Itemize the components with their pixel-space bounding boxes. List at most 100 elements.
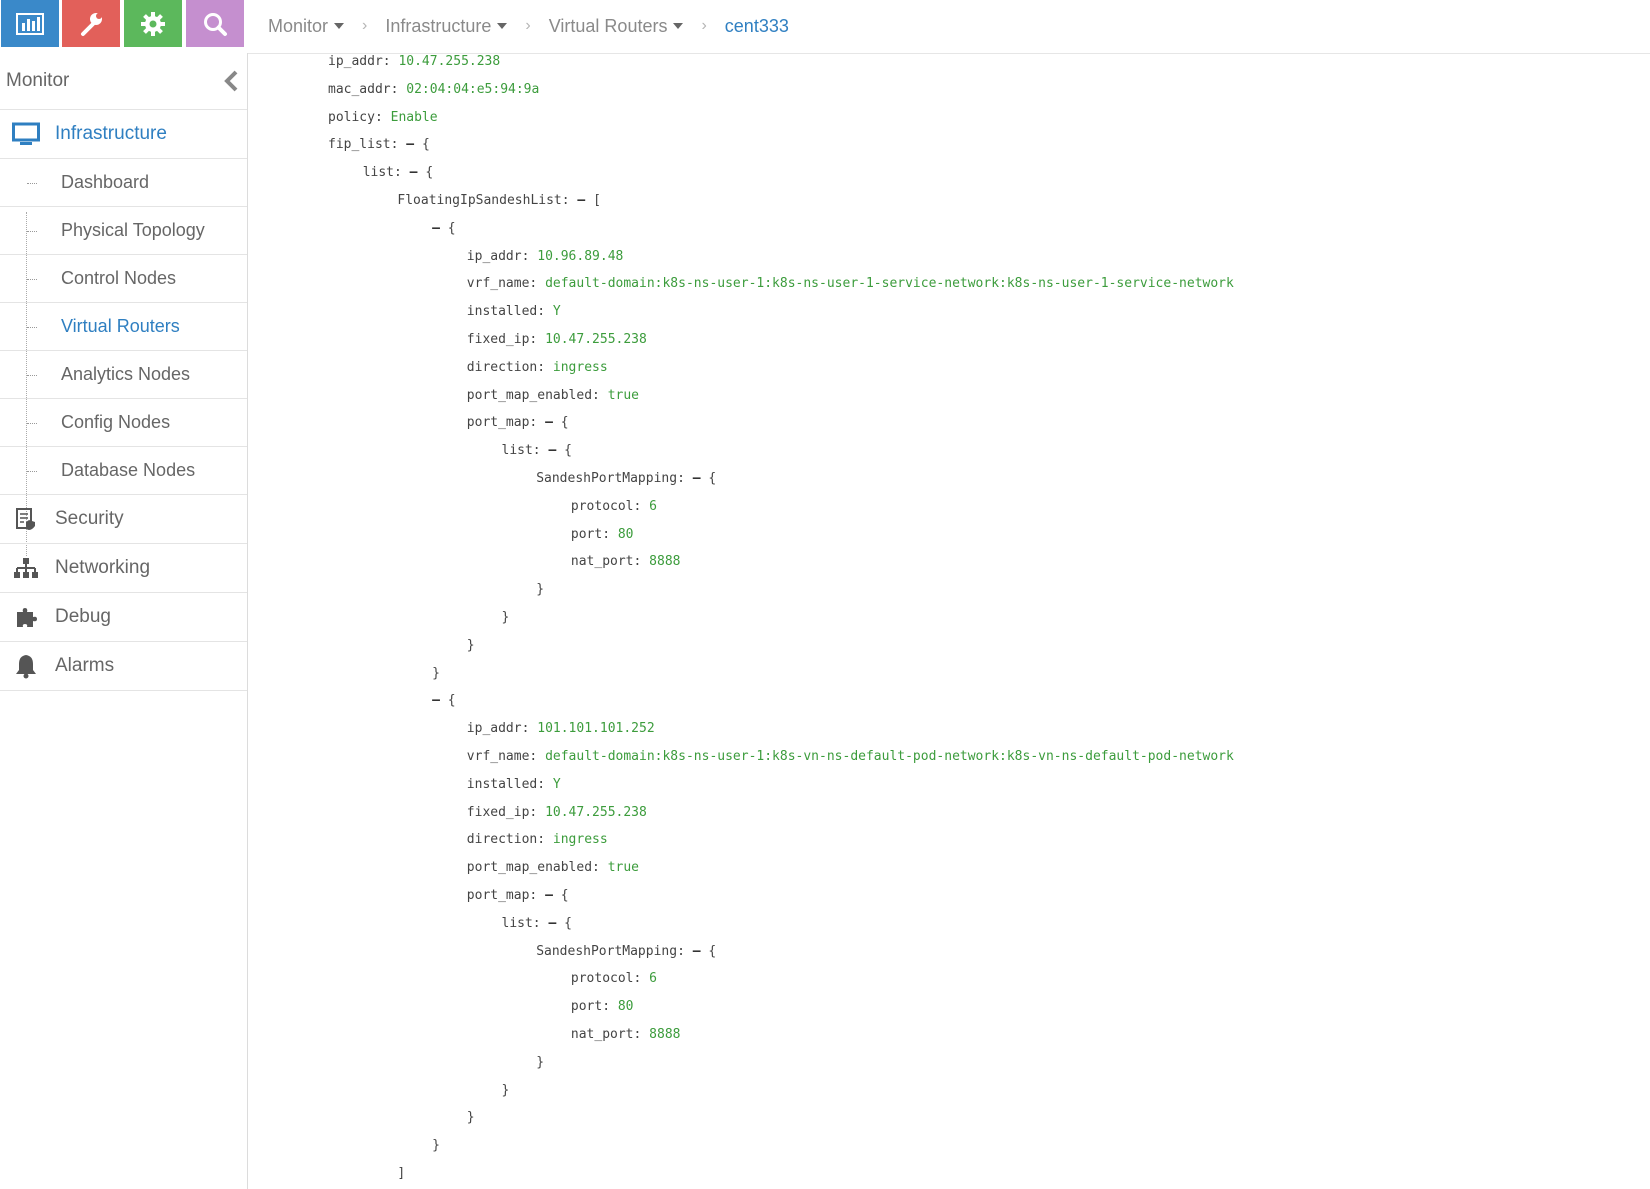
- collapse-toggle[interactable]: –: [548, 916, 556, 931]
- json-line: port_map_enabled: true: [467, 388, 639, 403]
- caret-down-icon: [673, 23, 684, 29]
- json-value: 10.47.255.238: [545, 332, 647, 347]
- sidebar-item-alarms[interactable]: Alarms: [0, 642, 247, 691]
- json-key: mac_addr:: [328, 81, 399, 97]
- configure-button[interactable]: [62, 0, 120, 47]
- json-key: vrf_name:: [466, 276, 538, 292]
- json-line: fixed_ip: 10.47.255.238: [467, 805, 647, 820]
- json-line: port_map: – {: [467, 888, 569, 903]
- collapse-toggle[interactable]: –: [410, 165, 418, 180]
- json-line: FloatingIpSandeshList: – [: [397, 193, 601, 208]
- query-button[interactable]: [186, 0, 244, 47]
- json-line: list: – {: [502, 443, 572, 458]
- json-key: list:: [362, 165, 402, 181]
- collapse-toggle[interactable]: –: [693, 471, 701, 486]
- sidebar-item-database-nodes[interactable]: Database Nodes: [0, 447, 247, 495]
- sidebar-item-security[interactable]: Security: [0, 495, 247, 544]
- json-brace: {: [708, 471, 717, 486]
- sidebar-item-debug[interactable]: Debug: [0, 593, 247, 642]
- json-value: 10.96.89.48: [537, 248, 624, 264]
- json-line: vrf_name: default-domain:k8s-ns-user-1:k…: [467, 749, 1234, 764]
- json-line: SandeshPortMapping: – {: [536, 944, 716, 959]
- sidebar-item-config-nodes[interactable]: Config Nodes: [0, 399, 247, 447]
- json-line: }: [467, 1110, 475, 1125]
- json-key: port_map_enabled:: [466, 860, 600, 876]
- json-value: default-domain:k8s-ns-user-1:k8s-vn-ns-d…: [545, 749, 1234, 764]
- json-value: Y: [552, 304, 561, 320]
- json-key: direction:: [466, 832, 546, 848]
- sidebar-item-physical-topology[interactable]: Physical Topology: [0, 207, 247, 255]
- breadcrumb-label: Infrastructure: [385, 15, 492, 36]
- json-key: policy:: [328, 109, 383, 125]
- settings-button[interactable]: [124, 0, 182, 47]
- collapse-toggle[interactable]: –: [577, 193, 585, 208]
- monitor-button[interactable]: [1, 0, 59, 47]
- json-line: }: [502, 1083, 510, 1098]
- json-line: port_map: – {: [467, 415, 569, 430]
- sidebar-title: Monitor: [6, 70, 70, 91]
- sidebar-item-label: Config Nodes: [61, 412, 171, 432]
- json-value: 8888: [649, 554, 681, 570]
- sidebar-item-label: Security: [55, 508, 124, 529]
- collapse-toggle[interactable]: –: [406, 137, 414, 152]
- collapse-toggle[interactable]: –: [545, 415, 553, 430]
- tree-connector: [27, 471, 37, 472]
- tree-connector: [27, 183, 37, 184]
- sitemap-icon: [14, 558, 38, 578]
- json-line: }: [432, 1138, 440, 1153]
- json-value: default-domain:k8s-ns-user-1:k8s-ns-user…: [545, 276, 1234, 292]
- json-brace: {: [447, 220, 456, 236]
- sidebar-item-analytics-nodes[interactable]: Analytics Nodes: [0, 351, 247, 399]
- json-value: true: [607, 387, 639, 403]
- json-brace: {: [447, 693, 456, 709]
- collapse-toggle[interactable]: –: [693, 944, 701, 959]
- sidebar-item-control-nodes[interactable]: Control Nodes: [0, 255, 247, 303]
- bar-chart-icon: [16, 12, 44, 35]
- chevron-left-icon[interactable]: [221, 69, 241, 93]
- json-brace: {: [560, 888, 569, 903]
- chevron-right-icon: ›: [362, 17, 368, 34]
- json-key: port_map_enabled:: [466, 387, 600, 403]
- json-key: protocol:: [570, 971, 642, 987]
- sidebar-item-dashboard[interactable]: Dashboard: [0, 159, 247, 207]
- json-viewer: ip_addr: 10.47.255.238 mac_addr: 02:04:04…: [248, 54, 1650, 1189]
- sidebar-item-infrastructure[interactable]: Infrastructure: [0, 110, 247, 159]
- collapse-toggle[interactable]: –: [432, 693, 440, 708]
- collapse-toggle[interactable]: –: [545, 888, 553, 903]
- json-key: nat_port:: [570, 554, 642, 570]
- json-value: ingress: [552, 359, 608, 375]
- tree-connector: [27, 375, 37, 376]
- json-value: true: [607, 860, 639, 876]
- json-key: FloatingIpSandeshList:: [397, 193, 570, 208]
- json-brace: }: [536, 582, 545, 598]
- breadcrumb-virtual-routers[interactable]: Virtual Routers: [549, 16, 684, 37]
- json-key: port_map:: [466, 888, 538, 903]
- json-key: protocol:: [570, 498, 642, 514]
- caret-down-icon: [334, 23, 345, 29]
- json-value: 6: [649, 971, 657, 987]
- bell-icon: [16, 655, 36, 679]
- json-brace: }: [466, 1110, 475, 1126]
- sidebar-item-networking[interactable]: Networking: [0, 544, 247, 593]
- json-line: installed: Y: [467, 777, 561, 792]
- json-value: 10.47.255.238: [545, 804, 647, 820]
- collapse-toggle[interactable]: –: [432, 221, 440, 236]
- json-line: – {: [432, 221, 455, 236]
- breadcrumb-monitor[interactable]: Monitor: [268, 16, 345, 37]
- breadcrumb-infrastructure[interactable]: Infrastructure: [385, 15, 508, 37]
- json-brace: {: [425, 165, 434, 181]
- json-brace: {: [421, 137, 430, 153]
- shield-document-icon: [16, 508, 35, 530]
- json-line: port_map_enabled: true: [467, 860, 639, 875]
- json-brace: }: [466, 637, 475, 653]
- sidebar-item-label: Dashboard: [61, 172, 150, 192]
- sidebar-item-label: Analytics Nodes: [61, 364, 191, 384]
- caret-down-icon: [497, 23, 508, 29]
- breadcrumb-current[interactable]: cent333: [725, 16, 789, 37]
- chevron-right-icon: ›: [525, 17, 531, 34]
- collapse-toggle[interactable]: –: [548, 443, 556, 458]
- sidebar-item-virtual-routers[interactable]: Virtual Routers: [0, 303, 247, 351]
- json-line: list: – {: [363, 165, 433, 180]
- sidebar-header: Monitor: [0, 53, 247, 110]
- json-line: }: [432, 666, 440, 681]
